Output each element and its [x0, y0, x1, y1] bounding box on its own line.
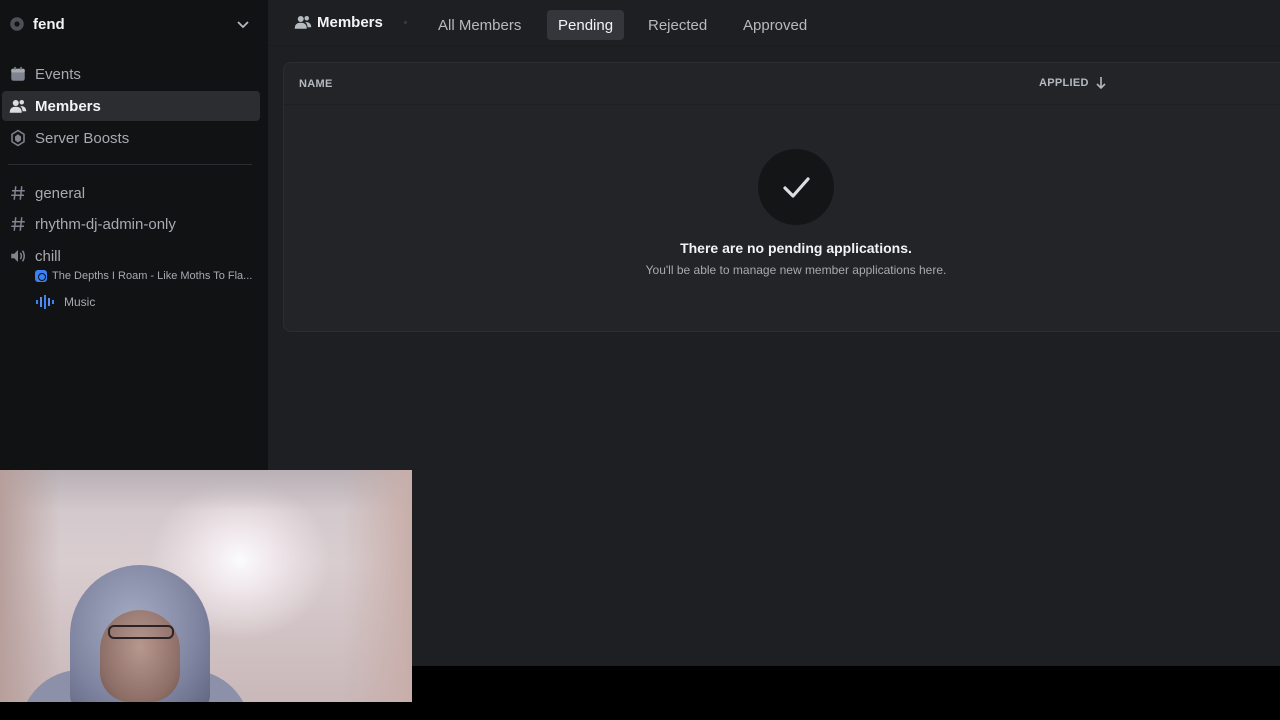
- soundwave-icon: [36, 295, 54, 309]
- server-name: fend: [33, 15, 65, 33]
- members-icon: [294, 16, 312, 29]
- empty-state-badge: [758, 149, 834, 225]
- top-bar: Members All Members Pending Rejected App…: [268, 0, 1280, 46]
- channel-label: rhythm-dj-admin-only: [35, 215, 176, 233]
- webcam-wall-left: [0, 470, 60, 702]
- column-header-applied[interactable]: APPLIED: [1039, 76, 1107, 90]
- header-separator: [404, 21, 407, 24]
- hashtag-icon: [11, 186, 25, 200]
- table-header: NAME APPLIED: [284, 63, 1280, 105]
- tab-pending[interactable]: Pending: [547, 10, 625, 40]
- members-icon: [9, 100, 27, 113]
- webcam-overlay: [0, 470, 412, 702]
- speaker-icon: [11, 250, 25, 262]
- channel-rhythm-dj-admin-only[interactable]: rhythm-dj-admin-only: [2, 209, 260, 239]
- empty-state-subtitle: You'll be able to manage new member appl…: [645, 263, 947, 277]
- arrow-down-icon: [1096, 77, 1106, 90]
- webcam-wall-right: [342, 470, 412, 702]
- voice-user-label: Music: [64, 295, 96, 309]
- activity-text: The Depths I Roam - Like Moths To Fla...: [52, 270, 253, 282]
- calendar-icon: [11, 66, 25, 81]
- sidebar-item-label: Events: [35, 65, 81, 83]
- empty-state-title: There are no pending applications.: [680, 240, 912, 256]
- sidebar-item-server-boosts[interactable]: Server Boosts: [2, 123, 260, 153]
- channel-general[interactable]: general: [2, 178, 260, 208]
- gear-icon: [10, 17, 24, 31]
- tab-approved[interactable]: Approved: [732, 10, 818, 40]
- checkmark-icon: [783, 177, 810, 198]
- sidebar-item-events[interactable]: Events: [2, 59, 260, 89]
- channel-label: general: [35, 184, 86, 202]
- sidebar-item-label: Members: [35, 97, 101, 115]
- channel-label: chill: [35, 247, 61, 265]
- activity-icon: [35, 270, 47, 282]
- chevron-down-icon: [237, 21, 249, 29]
- sidebar-item-members[interactable]: Members: [2, 91, 260, 121]
- tab-all-members[interactable]: All Members: [427, 10, 532, 40]
- sidebar-divider: [8, 164, 252, 165]
- server-header[interactable]: fend: [0, 0, 268, 48]
- hashtag-icon: [11, 217, 25, 231]
- webcam-person-face: [100, 610, 180, 702]
- column-header-name: NAME: [299, 78, 333, 90]
- tab-rejected[interactable]: Rejected: [637, 10, 718, 40]
- page-title-text: Members: [317, 13, 383, 31]
- voice-activity[interactable]: The Depths I Roam - Like Moths To Fla...: [35, 268, 255, 284]
- boost-icon: [11, 129, 25, 147]
- voice-user-music[interactable]: Music: [35, 293, 95, 311]
- page-title: Members: [294, 13, 383, 31]
- webcam-person-glasses: [108, 625, 174, 639]
- channel-chill[interactable]: chill: [2, 241, 260, 271]
- column-header-applied-label: APPLIED: [1039, 77, 1089, 89]
- sidebar-item-label: Server Boosts: [35, 129, 130, 147]
- applications-table: NAME APPLIED There are no pending applic…: [283, 62, 1280, 332]
